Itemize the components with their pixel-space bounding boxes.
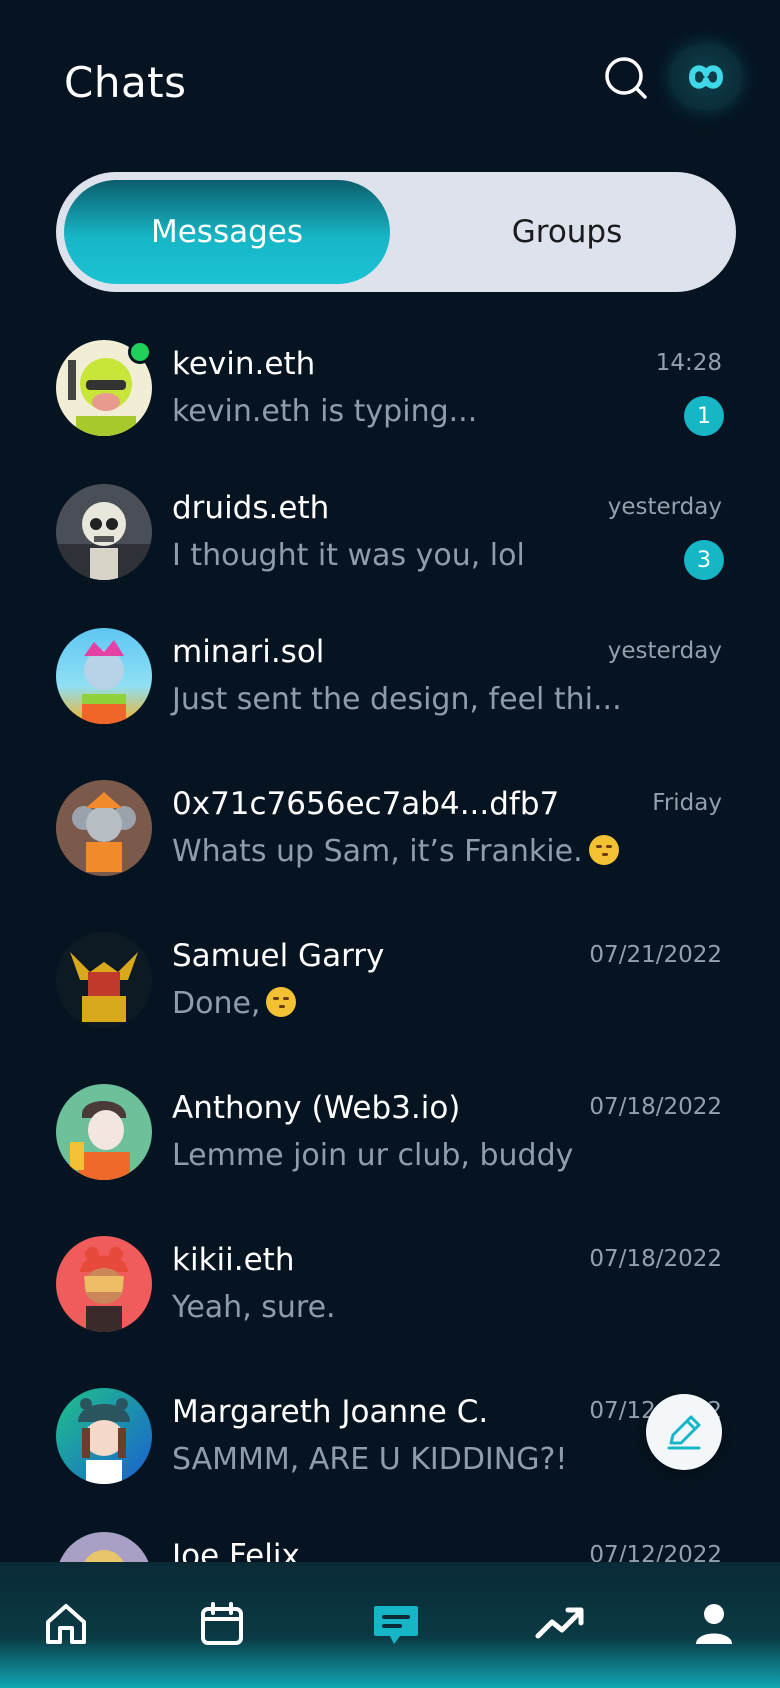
unread-badge: 3 [684, 540, 724, 580]
avatar [56, 628, 152, 724]
nav-calendar[interactable] [194, 1596, 250, 1652]
chat-time: 07/18/2022 [589, 1246, 722, 1272]
chat-time: Friday [652, 790, 722, 816]
chat-preview: Done, [172, 986, 297, 1021]
avatar [56, 932, 152, 1028]
chat-row-kevin[interactable]: kevin.eth kevin.eth is typing... 14:28 1 [0, 322, 780, 474]
nav-trending[interactable] [532, 1596, 588, 1652]
chat-preview: SAMMM, ARE U KIDDING?! [172, 1442, 568, 1477]
chat-row-samuel[interactable]: Samuel Garry Done, 07/21/2022 [0, 914, 780, 1066]
chat-name: 0x71c7656ec7ab4...dfb7 [172, 786, 560, 822]
chat-name: Joe Felix [172, 1538, 300, 1562]
chat-preview: Yeah, sure. [172, 1290, 336, 1325]
nav-chats[interactable] [368, 1596, 424, 1652]
chat-preview: kevin.eth is typing... [172, 394, 478, 429]
tab-groups[interactable]: Groups [406, 180, 728, 284]
search-button[interactable] [600, 52, 652, 104]
chat-time: 07/12/2022 [589, 1542, 722, 1562]
chat-preview: Whats up Sam, it’s Frankie. [172, 834, 619, 869]
chat-row-kikii[interactable]: kikii.eth Yeah, sure. 07/18/2022 [0, 1218, 780, 1370]
profile-logo-button[interactable] [670, 44, 742, 110]
chat-name: kikii.eth [172, 1242, 295, 1278]
chat-icon [374, 1606, 418, 1644]
chat-preview: I thought it was you, lol [172, 538, 525, 573]
chat-name: Margareth Joanne C. [172, 1394, 489, 1430]
chat-name: minari.sol [172, 634, 325, 670]
tab-messages[interactable]: Messages [64, 180, 390, 284]
chat-name: kevin.eth [172, 346, 316, 382]
chat-row-anthony[interactable]: Anthony (Web3.io) Lemme join ur club, bu… [0, 1066, 780, 1218]
chat-row-0x71c7[interactable]: 0x71c7656ec7ab4...dfb7 Whats up Sam, it’… [0, 762, 780, 914]
nav-profile[interactable] [686, 1596, 742, 1652]
chat-preview-text: Whats up Sam, it’s Frankie. [172, 834, 583, 869]
chat-time: 07/18/2022 [589, 1094, 722, 1120]
header: Chats [0, 0, 780, 160]
chat-time: yesterday [607, 638, 722, 664]
chat-time: yesterday [607, 494, 722, 520]
profile-icon [696, 1604, 732, 1644]
nav-home[interactable] [38, 1596, 94, 1652]
page-title: Chats [64, 58, 187, 107]
compose-button[interactable] [646, 1394, 722, 1470]
bottom-nav [0, 1562, 780, 1688]
online-indicator [128, 340, 152, 364]
avatar [56, 1388, 152, 1484]
avatar [56, 1532, 152, 1562]
chat-tabs: Messages Groups [56, 172, 736, 292]
home-icon [46, 1604, 86, 1644]
chat-name: Anthony (Web3.io) [172, 1090, 461, 1126]
infinity-logo-icon [689, 65, 723, 89]
chat-row-joe[interactable]: Joe Felix 07/12/2022 [0, 1514, 780, 1562]
search-icon [605, 57, 647, 99]
trending-icon [535, 1607, 584, 1639]
avatar [56, 1236, 152, 1332]
chat-preview-text: Done, [172, 986, 261, 1021]
pencil-icon [667, 1415, 701, 1450]
chat-name: Samuel Garry [172, 938, 385, 974]
smirk-emoji-icon [266, 987, 297, 1017]
chat-time: 14:28 [655, 350, 722, 376]
avatar [56, 780, 152, 876]
unread-badge: 1 [684, 396, 724, 436]
smirk-emoji-icon [588, 835, 619, 865]
chat-time: 07/21/2022 [589, 942, 722, 968]
avatar [56, 1084, 152, 1180]
chat-list: kevin.eth kevin.eth is typing... 14:28 1… [0, 322, 780, 1562]
chat-preview: Just sent the design, feel thi... [172, 682, 622, 717]
calendar-icon [201, 1602, 243, 1645]
chat-row-druids[interactable]: druids.eth I thought it was you, lol yes… [0, 466, 780, 618]
chat-row-minari[interactable]: minari.sol Just sent the design, feel th… [0, 610, 780, 762]
chat-preview: Lemme join ur club, buddy [172, 1138, 574, 1173]
avatar [56, 484, 152, 580]
chat-name: druids.eth [172, 490, 330, 526]
